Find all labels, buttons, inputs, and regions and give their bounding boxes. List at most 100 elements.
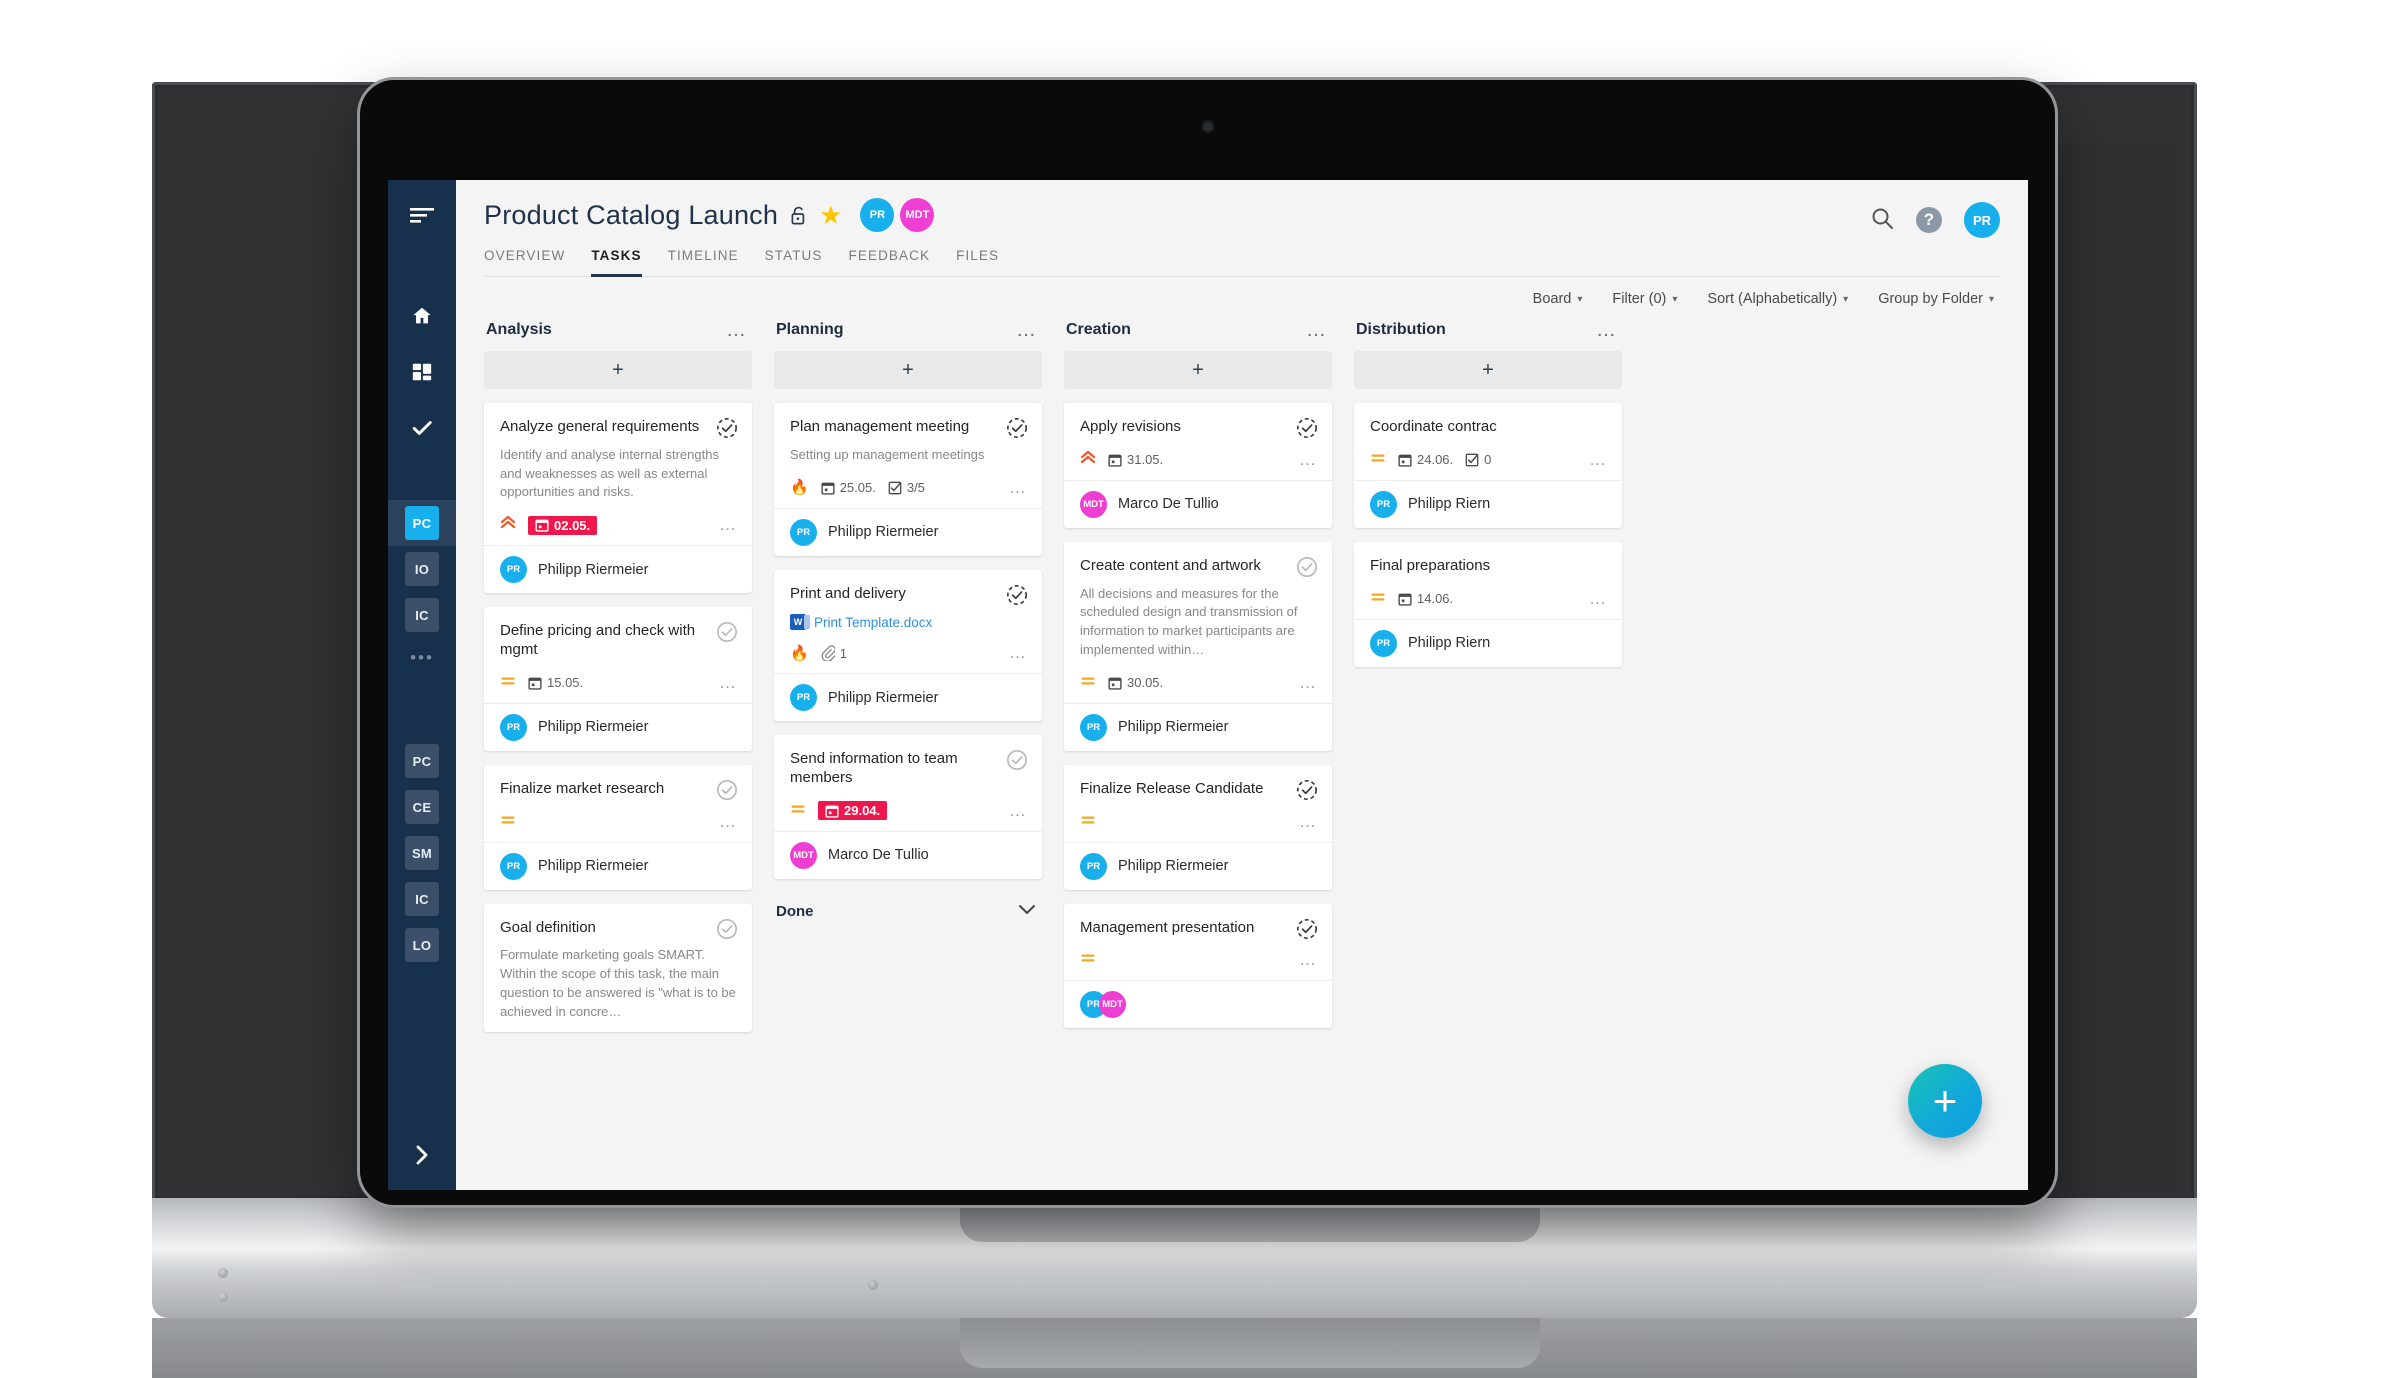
tab-overview[interactable]: OVERVIEW xyxy=(484,248,565,277)
avatar[interactable]: PR xyxy=(860,198,895,232)
tab-feedback[interactable]: FEEDBACK xyxy=(849,248,931,277)
sidebar-item-tasks[interactable] xyxy=(388,400,456,456)
task-card[interactable]: Print and delivery W Print Template.docx 🔥 1… xyxy=(774,569,1042,722)
checklist-icon xyxy=(1465,453,1479,467)
unlocked-padlock-icon[interactable] xyxy=(790,205,807,226)
hamburger-menu-button[interactable] xyxy=(388,180,456,252)
add-card-button[interactable]: + xyxy=(1354,351,1622,389)
screw xyxy=(868,1280,878,1290)
task-status-toggle[interactable] xyxy=(1296,417,1318,439)
sort-button[interactable]: Sort (Alphabetically) ▾ xyxy=(1707,291,1848,307)
task-menu-button[interactable]: … xyxy=(719,673,738,693)
help-icon[interactable]: ? xyxy=(1916,207,1942,233)
task-card[interactable]: Finalize Release Candidate … PR Philipp Rie… xyxy=(1064,764,1332,890)
add-card-button[interactable]: + xyxy=(484,351,752,389)
task-card[interactable]: Send information to team members 29.04. … M… xyxy=(774,735,1042,879)
avatar[interactable]: MDT xyxy=(1099,991,1126,1019)
sidebar-item-home[interactable] xyxy=(388,288,456,344)
task-card[interactable]: Define pricing and check with mgmt 15.05.… xyxy=(484,607,752,751)
sidebar-expand-button[interactable] xyxy=(388,1120,456,1190)
user-avatar[interactable]: PR xyxy=(1964,202,2000,238)
sidebar-project-pc[interactable]: PC xyxy=(388,500,456,546)
tab-files[interactable]: FILES xyxy=(956,248,999,277)
due-date: 25.05. xyxy=(821,480,876,495)
view-selector[interactable]: Board ▾ xyxy=(1533,291,1583,307)
due-date-label: 24.06. xyxy=(1417,452,1454,468)
task-meta: 31.05. xyxy=(1080,450,1316,470)
task-card[interactable]: Management presentation … PR MDT xyxy=(1064,903,1332,1029)
task-status-toggle[interactable] xyxy=(1006,749,1028,771)
task-menu-button[interactable]: … xyxy=(1299,450,1318,470)
avatar[interactable]: PR xyxy=(790,518,817,546)
task-menu-button[interactable]: … xyxy=(1589,450,1608,470)
add-card-button[interactable]: + xyxy=(1064,351,1332,389)
device-mockup-scene: PC IO IC ••• PC CE SM IC LO Product Cata… xyxy=(0,0,2395,1378)
task-title: Define pricing and check with mgmt xyxy=(500,622,696,659)
avatar[interactable]: MDT xyxy=(790,841,817,869)
home-icon xyxy=(413,307,431,324)
avatar[interactable]: PR xyxy=(500,556,527,584)
sidebar-project-pc-2[interactable]: PC xyxy=(388,738,456,784)
task-card[interactable]: Finalize market research … PR Philipp Rierm… xyxy=(484,764,752,890)
star-filled-icon[interactable]: ★ xyxy=(819,202,842,228)
sidebar-project-ic[interactable]: IC xyxy=(388,592,456,638)
search-icon[interactable] xyxy=(1870,206,1894,235)
task-menu-button[interactable]: … xyxy=(1299,950,1318,970)
sidebar-project-lo[interactable]: LO xyxy=(388,922,456,968)
avatar[interactable]: PR xyxy=(790,684,817,712)
task-attachment-link[interactable]: W Print Template.docx xyxy=(790,614,1026,631)
avatar[interactable]: PR xyxy=(1080,713,1107,741)
avatar[interactable]: PR xyxy=(500,713,527,741)
task-status-toggle[interactable] xyxy=(716,621,738,643)
tab-timeline[interactable]: TIMELINE xyxy=(668,248,739,277)
task-menu-button[interactable]: … xyxy=(1009,801,1028,821)
task-menu-button[interactable]: … xyxy=(1009,643,1028,663)
task-menu-button[interactable]: … xyxy=(1299,673,1318,693)
sidebar-project-ce[interactable]: CE xyxy=(388,784,456,830)
tab-status[interactable]: STATUS xyxy=(765,248,823,277)
sidebar-project-sm[interactable]: SM xyxy=(388,830,456,876)
task-status-toggle[interactable] xyxy=(1296,779,1318,801)
task-menu-button[interactable]: … xyxy=(1009,478,1028,498)
avatar[interactable]: MDT xyxy=(1080,490,1107,518)
task-menu-button[interactable]: … xyxy=(1589,589,1608,609)
task-status-toggle[interactable] xyxy=(716,918,738,940)
task-card[interactable]: Plan management meeting Setting up manage… xyxy=(774,403,1042,556)
add-card-button[interactable]: + xyxy=(774,351,1042,389)
task-card[interactable]: Final preparations 14.06. … PR Philipp Riern xyxy=(1354,541,1622,667)
task-status-toggle[interactable] xyxy=(1006,584,1028,606)
sidebar-project-ic-2[interactable]: IC xyxy=(388,876,456,922)
sidebar-project-io[interactable]: IO xyxy=(388,546,456,592)
tab-tasks[interactable]: TASKS xyxy=(591,248,642,277)
avatar[interactable]: MDT xyxy=(900,198,935,232)
task-card[interactable]: Apply revisions 31.05. … MDT Marco De Tullio xyxy=(1064,403,1332,528)
filter-button[interactable]: Filter (0) ▾ xyxy=(1612,291,1677,307)
task-card[interactable]: Analyze general requirements Identify and… xyxy=(484,403,752,594)
column-menu-button[interactable]: … xyxy=(1596,320,1618,340)
priority-normal-icon xyxy=(1080,951,1096,969)
task-status-toggle[interactable] xyxy=(1006,417,1028,439)
avatar[interactable]: PR xyxy=(1080,852,1107,880)
column-menu-button[interactable]: … xyxy=(1306,320,1328,340)
task-status-toggle[interactable] xyxy=(716,779,738,801)
task-status-toggle[interactable] xyxy=(1296,918,1318,940)
task-card[interactable]: Coordinate contrac 24.06. 0 … PR Philipp Rier… xyxy=(1354,403,1622,528)
check-circle-icon xyxy=(717,918,737,939)
task-status-toggle[interactable] xyxy=(1296,556,1318,578)
task-menu-button[interactable]: … xyxy=(719,812,738,832)
task-menu-button[interactable]: … xyxy=(719,515,738,535)
avatar[interactable]: PR xyxy=(1370,490,1397,518)
column-menu-button[interactable]: … xyxy=(726,320,748,340)
task-card[interactable]: Create content and artwork All decisions … xyxy=(1064,541,1332,751)
task-card[interactable]: Goal definition Formulate marketing goals… xyxy=(484,903,752,1032)
done-section-toggle[interactable]: Done xyxy=(774,893,1042,921)
column-menu-button[interactable]: … xyxy=(1016,320,1038,340)
add-task-fab[interactable]: + xyxy=(1908,1064,1982,1138)
sidebar-overflow-button[interactable]: ••• xyxy=(388,638,456,678)
task-status-toggle[interactable] xyxy=(716,417,738,439)
avatar[interactable]: PR xyxy=(500,852,527,880)
group-button[interactable]: Group by Folder ▾ xyxy=(1878,291,1994,307)
avatar[interactable]: PR xyxy=(1370,629,1397,657)
sidebar-item-dashboard[interactable] xyxy=(388,344,456,400)
task-menu-button[interactable]: … xyxy=(1299,812,1318,832)
